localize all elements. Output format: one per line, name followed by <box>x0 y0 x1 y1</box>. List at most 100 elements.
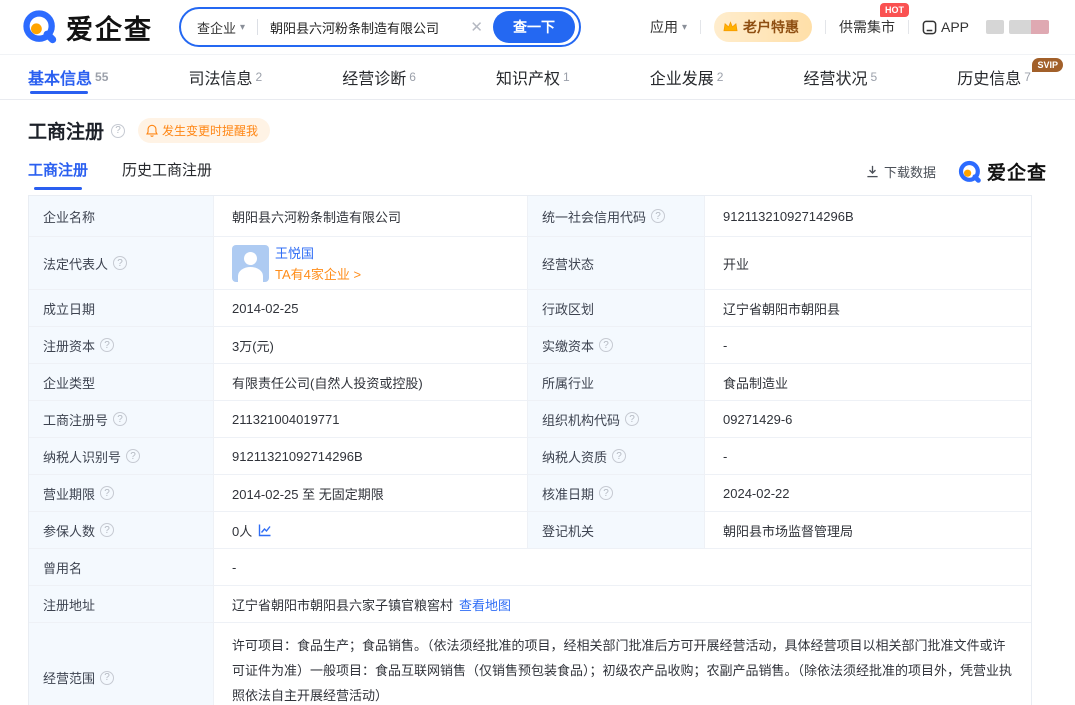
avatar[interactable] <box>232 245 269 282</box>
tab-count: 6 <box>409 70 416 84</box>
legal-representative-link[interactable]: 王悦国 <box>275 243 361 262</box>
tab-count: 5 <box>871 70 878 84</box>
clear-search-icon[interactable]: ✕ <box>470 18 483 36</box>
search-button[interactable]: 查一下 <box>493 11 575 43</box>
search-input[interactable]: 朝阳县六河粉条制造有限公司 <box>270 18 460 37</box>
watermark-logo: 爱企查 <box>958 158 1047 185</box>
field-value: 有限责任公司(自然人投资或控股) <box>214 364 528 400</box>
field-label: 经营范围? <box>29 623 214 705</box>
help-icon[interactable]: ? <box>599 338 613 352</box>
chevron-down-icon: ▾ <box>240 22 245 33</box>
help-icon[interactable]: ? <box>612 449 626 463</box>
field-value: - <box>705 438 1031 474</box>
related-companies-link[interactable]: TA有4家企业 > <box>275 264 361 283</box>
tab-count: 1 <box>563 70 570 84</box>
nav-market[interactable]: 供需集市 HOT <box>839 17 895 37</box>
tab-history-info[interactable]: 历史信息 7 SVIP <box>957 55 1031 99</box>
field-label: 成立日期 <box>29 290 214 326</box>
view-map-link[interactable]: 查看地图 <box>459 595 511 614</box>
page-title: 工商注册 <box>28 117 104 144</box>
legal-representative-cell: 王悦国 TA有4家企业 > <box>214 237 528 289</box>
field-label: 行政区划 <box>528 290 705 326</box>
tab-operating-status[interactable]: 经营状况 5 <box>804 55 878 99</box>
field-value: 09271429-6 <box>705 401 1031 437</box>
tab-intellectual-property[interactable]: 知识产权 1 <box>496 55 570 99</box>
tab-count: 7 <box>1024 70 1031 84</box>
tab-label: 历史信息 <box>957 65 1021 89</box>
nav-divider <box>825 20 826 34</box>
field-label: 实缴资本? <box>528 327 705 363</box>
subtab-history-registration[interactable]: 历史工商注册 <box>122 159 212 192</box>
subtab-row: 工商注册 历史工商注册 下载数据 爱企查 <box>28 158 1047 193</box>
field-value: 91211321092714296B <box>214 438 528 474</box>
nav-apps-label: 应用 <box>650 17 678 37</box>
help-icon[interactable]: ? <box>111 124 125 138</box>
field-value: - <box>214 549 1031 585</box>
field-label: 纳税人识别号? <box>29 438 214 474</box>
search-category-dropdown[interactable]: 查企业 ▾ <box>197 18 245 37</box>
tab-business-diagnosis[interactable]: 经营诊断 6 <box>342 55 416 99</box>
search-bar[interactable]: 查企业 ▾ 朝阳县六河粉条制造有限公司 ✕ 查一下 <box>179 7 581 47</box>
field-label: 所属行业 <box>528 364 705 400</box>
field-value: - <box>705 327 1031 363</box>
trend-chart-icon[interactable] <box>258 523 272 537</box>
field-value: 辽宁省朝阳市朝阳县 <box>705 290 1031 326</box>
field-label: 注册资本? <box>29 327 214 363</box>
tab-basic-info[interactable]: 基本信息 55 <box>28 55 108 99</box>
help-icon[interactable]: ? <box>100 486 114 500</box>
help-icon[interactable]: ? <box>651 209 665 223</box>
subtab-right-tools: 下载数据 爱企查 <box>866 158 1047 193</box>
download-data-button[interactable]: 下载数据 <box>866 162 936 181</box>
field-value: 2024-02-22 <box>705 475 1031 511</box>
field-label: 注册地址 <box>29 586 214 622</box>
hot-badge: HOT <box>880 3 909 17</box>
tab-label: 司法信息 <box>188 65 252 89</box>
table-row: 成立日期 2014-02-25 行政区划 辽宁省朝阳市朝阳县 <box>29 290 1031 327</box>
field-value: 开业 <box>705 237 1031 289</box>
change-reminder-label: 发生变更时提醒我 <box>162 122 258 139</box>
nav-market-label: 供需集市 <box>839 17 895 37</box>
app-icon <box>922 20 937 35</box>
nav-apps[interactable]: 应用 ▾ <box>650 17 687 37</box>
field-label: 企业名称 <box>29 196 214 236</box>
change-reminder-button[interactable]: 发生变更时提醒我 <box>138 118 270 143</box>
field-value: 91211321092714296B <box>705 196 1031 236</box>
nav-promo-pill[interactable]: 老户特惠 <box>714 12 812 42</box>
help-icon[interactable]: ? <box>625 412 639 426</box>
help-icon[interactable]: ? <box>599 486 613 500</box>
nav-app[interactable]: APP <box>922 19 969 35</box>
field-value: 朝阳县市场监督管理局 <box>705 512 1031 548</box>
help-icon[interactable]: ? <box>113 412 127 426</box>
field-label: 纳税人资质? <box>528 438 705 474</box>
table-row: 参保人数? 0人 登记机关 朝阳县市场监督管理局 <box>29 512 1031 549</box>
redacted-user-info <box>986 20 1049 34</box>
help-icon[interactable]: ? <box>100 671 114 685</box>
aiqicha-logo[interactable]: 爱企查 <box>22 8 153 47</box>
field-label: 曾用名 <box>29 549 214 585</box>
tab-judicial-info[interactable]: 司法信息 2 <box>188 55 262 99</box>
help-icon[interactable]: ? <box>126 449 140 463</box>
field-label: 组织机构代码? <box>528 401 705 437</box>
tab-label: 经营状况 <box>804 65 868 89</box>
crown-icon <box>723 21 738 33</box>
download-icon <box>866 165 879 178</box>
registration-table: 企业名称 朝阳县六河粉条制造有限公司 统一社会信用代码? 91211321092… <box>28 195 1032 705</box>
search-category-label: 查企业 <box>197 18 236 37</box>
help-icon[interactable]: ? <box>100 338 114 352</box>
table-row: 工商注册号? 211321004019771 组织机构代码? 09271429-… <box>29 401 1031 438</box>
table-row: 纳税人识别号? 91211321092714296B 纳税人资质? - <box>29 438 1031 475</box>
help-icon[interactable]: ? <box>100 523 114 537</box>
tab-company-development[interactable]: 企业发展 2 <box>650 55 724 99</box>
nav-app-label: APP <box>941 19 969 35</box>
field-value: 朝阳县六河粉条制造有限公司 <box>214 196 528 236</box>
header-nav: 应用 ▾ 老户特惠 供需集市 HOT APP <box>650 12 1049 42</box>
subtab-registration[interactable]: 工商注册 <box>28 159 88 192</box>
table-row: 企业类型 有限责任公司(自然人投资或控股) 所属行业 食品制造业 <box>29 364 1031 401</box>
table-row: 法定代表人? 王悦国 TA有4家企业 > 经营状态 开业 <box>29 237 1031 290</box>
field-label: 营业期限? <box>29 475 214 511</box>
field-value: 许可项目：食品生产；食品销售。（依法须经批准的项目，经相关部门批准后方可开展经营… <box>214 623 1031 705</box>
help-icon[interactable]: ? <box>113 256 127 270</box>
main-content: 工商注册 ? 发生变更时提醒我 工商注册 历史工商注册 下载数据 <box>0 117 1075 705</box>
tab-count: 2 <box>255 70 262 84</box>
aiqicha-logo-text: 爱企查 <box>66 8 153 47</box>
